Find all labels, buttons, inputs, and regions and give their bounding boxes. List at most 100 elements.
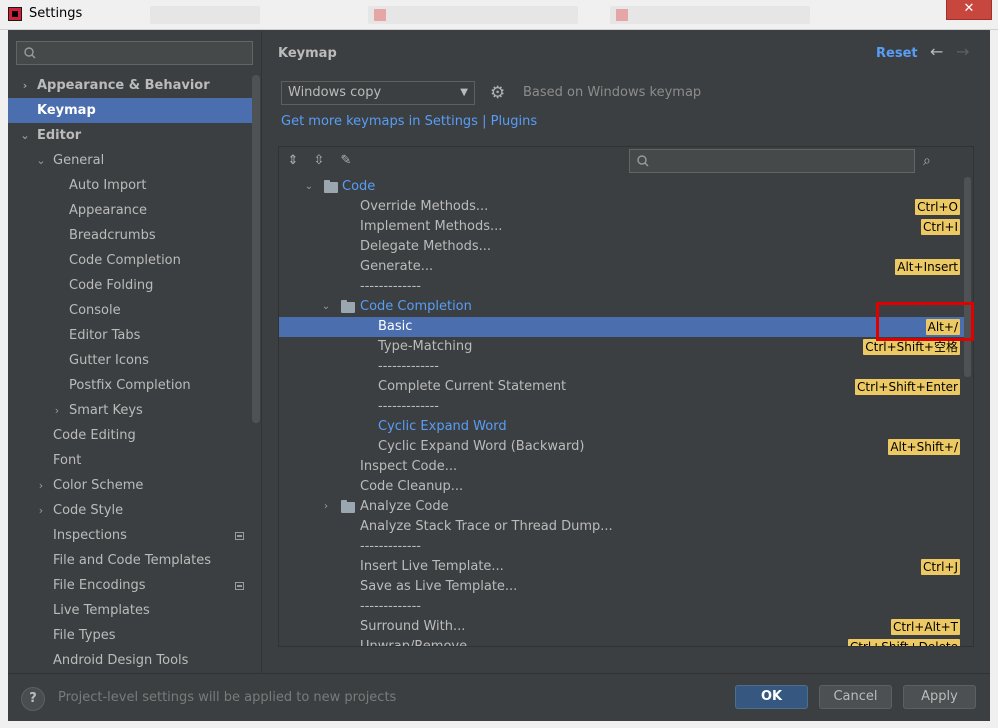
sidebar-item-editor-tabs[interactable]: Editor Tabs: [8, 323, 260, 348]
keymap-action-row[interactable]: -------------: [279, 277, 973, 297]
keymap-action-row[interactable]: -------------: [279, 357, 973, 377]
keymap-action-row[interactable]: Insert Live Template... Ctrl+J: [279, 557, 973, 577]
back-arrow-icon[interactable]: ←: [930, 42, 943, 61]
keymap-toolbar: ⇕ ⇳ ✎ ⌕: [279, 147, 973, 177]
keymap-action-row[interactable]: -------------: [279, 597, 973, 617]
keymap-action-row[interactable]: Cyclic Expand Word: [279, 417, 973, 437]
keymap-action-label: Analyze Code: [360, 499, 449, 514]
keymap-action-row[interactable]: Type-Matching Ctrl+Shift+空格: [279, 337, 973, 357]
edit-shortcuts-icon[interactable]: ✎: [337, 152, 355, 170]
search-icon: [24, 47, 36, 59]
keymap-tree-frame: ⇕ ⇳ ✎ ⌕ ⌄ Code Override Methods... Ctrl+O Im…: [278, 146, 974, 647]
sidebar-item-general[interactable]: ⌄ General: [8, 148, 260, 173]
keymap-action-label: Code Cleanup...: [360, 479, 464, 494]
keymap-action-row[interactable]: Cyclic Expand Word (Backward) Alt+Shift+/: [279, 437, 973, 457]
sidebar-item-live-templates[interactable]: Live Templates: [8, 598, 260, 623]
keymap-scrollbar[interactable]: [964, 177, 971, 377]
chevron-down-icon[interactable]: ⌄: [304, 177, 314, 197]
keymap-action-label: Implement Methods...: [360, 219, 503, 234]
keymap-action-row[interactable]: Generate... Alt+Insert: [279, 257, 973, 277]
project-scope-icon: [235, 532, 244, 540]
red-highlight-annotation: [876, 302, 974, 341]
sidebar-item-postfix-completion[interactable]: Postfix Completion: [8, 373, 260, 398]
sidebar-item-auto-import[interactable]: Auto Import: [8, 173, 260, 198]
sidebar-item-code-editing[interactable]: Code Editing: [8, 423, 260, 448]
keymap-search-input[interactable]: [629, 149, 915, 173]
chevron-down-icon[interactable]: ⌄: [321, 297, 331, 317]
window-frame-left: [0, 30, 8, 728]
keymap-action-row[interactable]: -------------: [279, 537, 973, 557]
keymap-group-row[interactable]: ⌄ Code Completion: [279, 297, 973, 317]
chevron-down-icon[interactable]: ⌄: [19, 123, 31, 148]
chevron-right-icon[interactable]: ›: [321, 497, 331, 517]
chevron-down-icon[interactable]: ⌄: [35, 148, 47, 173]
ok-button[interactable]: OK: [735, 685, 808, 709]
shortcut-badge: Alt+Insert: [895, 259, 960, 275]
keymap-action-row[interactable]: Save as Live Template...: [279, 577, 973, 597]
forward-arrow-icon[interactable]: →: [956, 42, 969, 61]
expand-all-icon[interactable]: ⇕: [284, 152, 302, 170]
chevron-right-icon[interactable]: ›: [19, 73, 31, 98]
get-more-keymaps-link[interactable]: Get more keymaps in Settings | Plugins: [281, 114, 537, 129]
keymap-action-row[interactable]: -------------: [279, 397, 973, 417]
sidebar-item-label: Editor Tabs: [69, 328, 141, 343]
find-by-shortcut-icon[interactable]: ⌕: [923, 152, 941, 170]
keymap-action-label: -------------: [360, 279, 421, 294]
cancel-button[interactable]: Cancel: [819, 685, 892, 709]
keymap-group-row[interactable]: ⌄ Code: [279, 177, 973, 197]
sidebar-item-code-style[interactable]: › Code Style: [8, 498, 260, 523]
keymap-action-row[interactable]: Basic Alt+/: [279, 317, 973, 337]
shortcut-badge: Ctrl+Alt+T: [890, 619, 960, 635]
keymap-action-row[interactable]: Analyze Stack Trace or Thread Dump...: [279, 517, 973, 537]
keymap-action-row[interactable]: Code Cleanup...: [279, 477, 973, 497]
keymap-action-row[interactable]: Inspect Code...: [279, 457, 973, 477]
sidebar-item-editor[interactable]: ⌄ Editor: [8, 123, 260, 148]
keymap-action-row[interactable]: Surround With... Ctrl+Alt+T: [279, 617, 973, 637]
sidebar-item-appearance-behavior[interactable]: › Appearance & Behavior: [8, 73, 260, 98]
keymap-action-label: Type-Matching: [378, 339, 473, 354]
sidebar-item-file-and-code-templates[interactable]: File and Code Templates: [8, 548, 260, 573]
sidebar-item-code-folding[interactable]: Code Folding: [8, 273, 260, 298]
sidebar-item-keymap[interactable]: Keymap: [8, 98, 260, 123]
sidebar-item-color-scheme[interactable]: › Color Scheme: [8, 473, 260, 498]
keymap-action-row[interactable]: Complete Current Statement Ctrl+Shift+Ent…: [279, 377, 973, 397]
sidebar-item-smart-keys[interactable]: › Smart Keys: [8, 398, 260, 423]
chevron-right-icon[interactable]: ›: [51, 398, 63, 423]
sidebar-item-label: Gutter Icons: [69, 353, 149, 368]
sidebar-item-code-completion[interactable]: Code Completion: [8, 248, 260, 273]
based-on-label: Based on Windows keymap: [523, 85, 702, 100]
sidebar-item-label: Code Folding: [69, 278, 154, 293]
apply-button[interactable]: Apply: [903, 685, 976, 709]
sidebar-item-label: Keymap: [37, 103, 96, 118]
keymap-action-label: Cyclic Expand Word: [378, 419, 507, 434]
keymap-dropdown[interactable]: Windows copy ▼: [281, 81, 475, 105]
sidebar-item-console[interactable]: Console: [8, 298, 260, 323]
sidebar-item-appearance[interactable]: Appearance: [8, 198, 260, 223]
sidebar-item-android-design-tools[interactable]: Android Design Tools: [8, 648, 260, 673]
sidebar-item-font[interactable]: Font: [8, 448, 260, 473]
sidebar-item-file-types[interactable]: File Types: [8, 623, 260, 648]
sidebar-item-gutter-icons[interactable]: Gutter Icons: [8, 348, 260, 373]
shortcut-badge: Ctrl+Shift+Delete: [847, 639, 960, 646]
sidebar-item-label: General: [53, 153, 105, 168]
sidebar-item-label: Smart Keys: [69, 403, 143, 418]
keymap-action-row[interactable]: Implement Methods... Ctrl+I: [279, 217, 973, 237]
window-close-button[interactable]: ✕: [946, 0, 992, 20]
chevron-right-icon[interactable]: ›: [35, 473, 47, 498]
collapse-all-icon[interactable]: ⇳: [310, 152, 328, 170]
keymap-action-row[interactable]: Unwrap/Remove... Ctrl+Shift+Delete: [279, 637, 973, 646]
keymap-action-label: Surround With...: [360, 619, 466, 634]
sidebar-item-inspections[interactable]: Inspections: [8, 523, 260, 548]
settings-search-input[interactable]: [16, 41, 253, 65]
chevron-right-icon[interactable]: ›: [35, 498, 47, 523]
keymap-action-row[interactable]: Delegate Methods...: [279, 237, 973, 257]
reset-button[interactable]: Reset: [876, 46, 918, 61]
keymap-group-row[interactable]: › Analyze Code: [279, 497, 973, 517]
help-button[interactable]: ?: [21, 687, 45, 711]
sidebar-item-breadcrumbs[interactable]: Breadcrumbs: [8, 223, 260, 248]
keymap-action-row[interactable]: Override Methods... Ctrl+O: [279, 197, 973, 217]
sidebar-scrollbar[interactable]: [252, 75, 260, 423]
keymap-action-label: Insert Live Template...: [360, 559, 504, 574]
gear-icon[interactable]: ⚙: [490, 84, 508, 102]
sidebar-item-file-encodings[interactable]: File Encodings: [8, 573, 260, 598]
